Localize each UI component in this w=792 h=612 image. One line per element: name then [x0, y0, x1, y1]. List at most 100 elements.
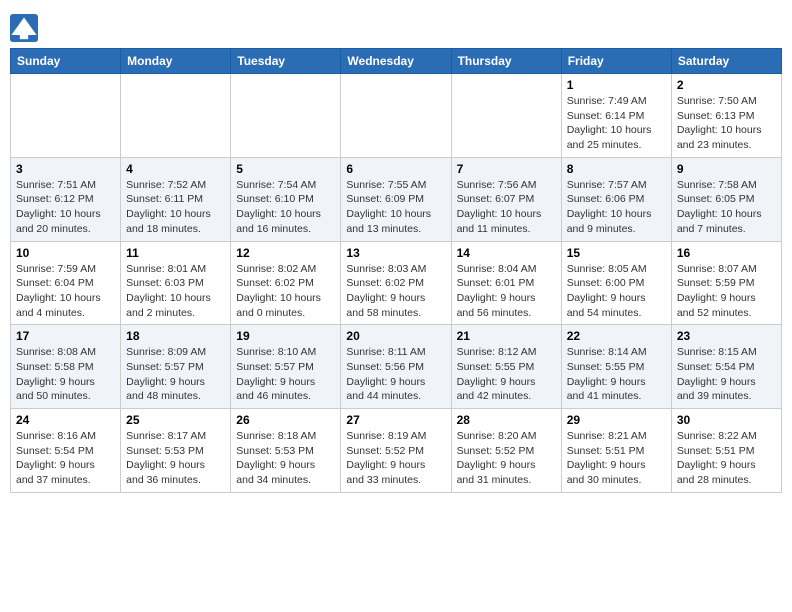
day-info: Sunrise: 8:17 AM Sunset: 5:53 PM Dayligh…	[126, 429, 225, 488]
day-info: Sunrise: 8:08 AM Sunset: 5:58 PM Dayligh…	[16, 345, 115, 404]
day-number: 4	[126, 162, 225, 176]
day-number: 16	[677, 246, 776, 260]
day-info: Sunrise: 8:15 AM Sunset: 5:54 PM Dayligh…	[677, 345, 776, 404]
day-header-friday: Friday	[561, 49, 671, 74]
calendar-cell: 24 Sunrise: 8:16 AM Sunset: 5:54 PM Dayli…	[11, 409, 121, 493]
calendar-cell: 18Sunrise: 8:09 AM Sunset: 5:57 PM Dayli…	[121, 325, 231, 409]
day-info: Sunrise: 8:07 AM Sunset: 5:59 PM Dayligh…	[677, 262, 776, 321]
day-info: Sunrise: 7:52 AM Sunset: 6:11 PM Dayligh…	[126, 178, 225, 237]
calendar-cell: 27 Sunrise: 8:19 AM Sunset: 5:52 PM Dayli…	[341, 409, 451, 493]
day-info: Sunrise: 7:51 AM Sunset: 6:12 PM Dayligh…	[16, 178, 115, 237]
day-header-wednesday: Wednesday	[341, 49, 451, 74]
calendar-cell: 29 Sunrise: 8:21 AM Sunset: 5:51 PM Dayli…	[561, 409, 671, 493]
day-number: 18	[126, 329, 225, 343]
calendar-cell: 2 Sunrise: 7:50 AM Sunset: 6:13 PM Daylig…	[671, 74, 781, 158]
calendar-cell: 21 Sunrise: 8:12 AM Sunset: 5:55 PM Dayli…	[451, 325, 561, 409]
day-header-thursday: Thursday	[451, 49, 561, 74]
day-number: 14	[457, 246, 556, 260]
calendar-cell: 11Sunrise: 8:01 AM Sunset: 6:03 PM Dayli…	[121, 241, 231, 325]
calendar-cell: 13 Sunrise: 8:03 AM Sunset: 6:02 PM Dayli…	[341, 241, 451, 325]
calendar-cell: 3 Sunrise: 7:51 AM Sunset: 6:12 PM Daylig…	[11, 157, 121, 241]
day-number: 2	[677, 78, 776, 92]
calendar-week-row: 10 Sunrise: 7:59 AM Sunset: 6:04 PM Dayli…	[11, 241, 782, 325]
calendar-header-row: SundayMondayTuesdayWednesdayThursdayFrid…	[11, 49, 782, 74]
day-header-sunday: Sunday	[11, 49, 121, 74]
day-header-monday: Monday	[121, 49, 231, 74]
day-info: Sunrise: 8:04 AM Sunset: 6:01 PM Dayligh…	[457, 262, 556, 321]
day-info: Sunrise: 8:20 AM Sunset: 5:52 PM Dayligh…	[457, 429, 556, 488]
day-number: 27	[346, 413, 445, 427]
page-header	[10, 10, 782, 42]
day-number: 29	[567, 413, 666, 427]
day-info: Sunrise: 8:18 AM Sunset: 5:53 PM Dayligh…	[236, 429, 335, 488]
day-number: 30	[677, 413, 776, 427]
calendar-cell: 30 Sunrise: 8:22 AM Sunset: 5:51 PM Dayli…	[671, 409, 781, 493]
logo	[10, 14, 40, 42]
day-info: Sunrise: 7:58 AM Sunset: 6:05 PM Dayligh…	[677, 178, 776, 237]
calendar-cell: 6Sunrise: 7:55 AM Sunset: 6:09 PM Daylig…	[341, 157, 451, 241]
day-number: 28	[457, 413, 556, 427]
day-info: Sunrise: 8:02 AM Sunset: 6:02 PM Dayligh…	[236, 262, 335, 321]
calendar-week-row: 1 Sunrise: 7:49 AM Sunset: 6:14 PM Daylig…	[11, 74, 782, 158]
day-number: 17	[16, 329, 115, 343]
calendar-cell: 14 Sunrise: 8:04 AM Sunset: 6:01 PM Dayli…	[451, 241, 561, 325]
day-number: 24	[16, 413, 115, 427]
day-info: Sunrise: 8:19 AM Sunset: 5:52 PM Dayligh…	[346, 429, 445, 488]
day-header-tuesday: Tuesday	[231, 49, 341, 74]
calendar-cell: 4 Sunrise: 7:52 AM Sunset: 6:11 PM Daylig…	[121, 157, 231, 241]
day-info: Sunrise: 8:10 AM Sunset: 5:57 PM Dayligh…	[236, 345, 335, 404]
calendar-cell	[341, 74, 451, 158]
day-info: Sunrise: 8:03 AM Sunset: 6:02 PM Dayligh…	[346, 262, 445, 321]
day-info: Sunrise: 8:16 AM Sunset: 5:54 PM Dayligh…	[16, 429, 115, 488]
calendar-week-row: 24 Sunrise: 8:16 AM Sunset: 5:54 PM Dayli…	[11, 409, 782, 493]
calendar-cell: 1 Sunrise: 7:49 AM Sunset: 6:14 PM Daylig…	[561, 74, 671, 158]
day-number: 22	[567, 329, 666, 343]
calendar-cell: 15 Sunrise: 8:05 AM Sunset: 6:00 PM Dayli…	[561, 241, 671, 325]
calendar-cell: 8 Sunrise: 7:57 AM Sunset: 6:06 PM Daylig…	[561, 157, 671, 241]
calendar-cell	[121, 74, 231, 158]
calendar-cell: 5 Sunrise: 7:54 AM Sunset: 6:10 PM Daylig…	[231, 157, 341, 241]
day-number: 7	[457, 162, 556, 176]
day-number: 5	[236, 162, 335, 176]
day-number: 9	[677, 162, 776, 176]
calendar-cell: 10 Sunrise: 7:59 AM Sunset: 6:04 PM Dayli…	[11, 241, 121, 325]
day-number: 21	[457, 329, 556, 343]
calendar-table: SundayMondayTuesdayWednesdayThursdayFrid…	[10, 48, 782, 493]
calendar-cell: 17 Sunrise: 8:08 AM Sunset: 5:58 PM Dayli…	[11, 325, 121, 409]
day-number: 10	[16, 246, 115, 260]
day-info: Sunrise: 8:12 AM Sunset: 5:55 PM Dayligh…	[457, 345, 556, 404]
day-info: Sunrise: 8:22 AM Sunset: 5:51 PM Dayligh…	[677, 429, 776, 488]
calendar-week-row: 3 Sunrise: 7:51 AM Sunset: 6:12 PM Daylig…	[11, 157, 782, 241]
calendar-cell: 9 Sunrise: 7:58 AM Sunset: 6:05 PM Daylig…	[671, 157, 781, 241]
day-info: Sunrise: 7:57 AM Sunset: 6:06 PM Dayligh…	[567, 178, 666, 237]
calendar-cell	[451, 74, 561, 158]
day-info: Sunrise: 7:50 AM Sunset: 6:13 PM Dayligh…	[677, 94, 776, 153]
day-info: Sunrise: 7:54 AM Sunset: 6:10 PM Dayligh…	[236, 178, 335, 237]
calendar-cell	[11, 74, 121, 158]
day-number: 1	[567, 78, 666, 92]
calendar-cell	[231, 74, 341, 158]
calendar-cell: 23Sunrise: 8:15 AM Sunset: 5:54 PM Dayli…	[671, 325, 781, 409]
day-number: 13	[346, 246, 445, 260]
day-info: Sunrise: 8:05 AM Sunset: 6:00 PM Dayligh…	[567, 262, 666, 321]
calendar-week-row: 17 Sunrise: 8:08 AM Sunset: 5:58 PM Dayli…	[11, 325, 782, 409]
day-number: 15	[567, 246, 666, 260]
day-number: 12	[236, 246, 335, 260]
day-number: 19	[236, 329, 335, 343]
day-number: 3	[16, 162, 115, 176]
calendar-cell: 12 Sunrise: 8:02 AM Sunset: 6:02 PM Dayli…	[231, 241, 341, 325]
day-header-saturday: Saturday	[671, 49, 781, 74]
day-info: Sunrise: 7:59 AM Sunset: 6:04 PM Dayligh…	[16, 262, 115, 321]
day-info: Sunrise: 7:49 AM Sunset: 6:14 PM Dayligh…	[567, 94, 666, 153]
calendar-cell: 28 Sunrise: 8:20 AM Sunset: 5:52 PM Dayli…	[451, 409, 561, 493]
day-info: Sunrise: 8:21 AM Sunset: 5:51 PM Dayligh…	[567, 429, 666, 488]
calendar-cell: 20Sunrise: 8:11 AM Sunset: 5:56 PM Dayli…	[341, 325, 451, 409]
day-number: 11	[126, 246, 225, 260]
day-number: 25	[126, 413, 225, 427]
day-number: 26	[236, 413, 335, 427]
day-number: 8	[567, 162, 666, 176]
day-number: 20	[346, 329, 445, 343]
calendar-cell: 22Sunrise: 8:14 AM Sunset: 5:55 PM Dayli…	[561, 325, 671, 409]
calendar-cell: 26 Sunrise: 8:18 AM Sunset: 5:53 PM Dayli…	[231, 409, 341, 493]
day-number: 6	[346, 162, 445, 176]
